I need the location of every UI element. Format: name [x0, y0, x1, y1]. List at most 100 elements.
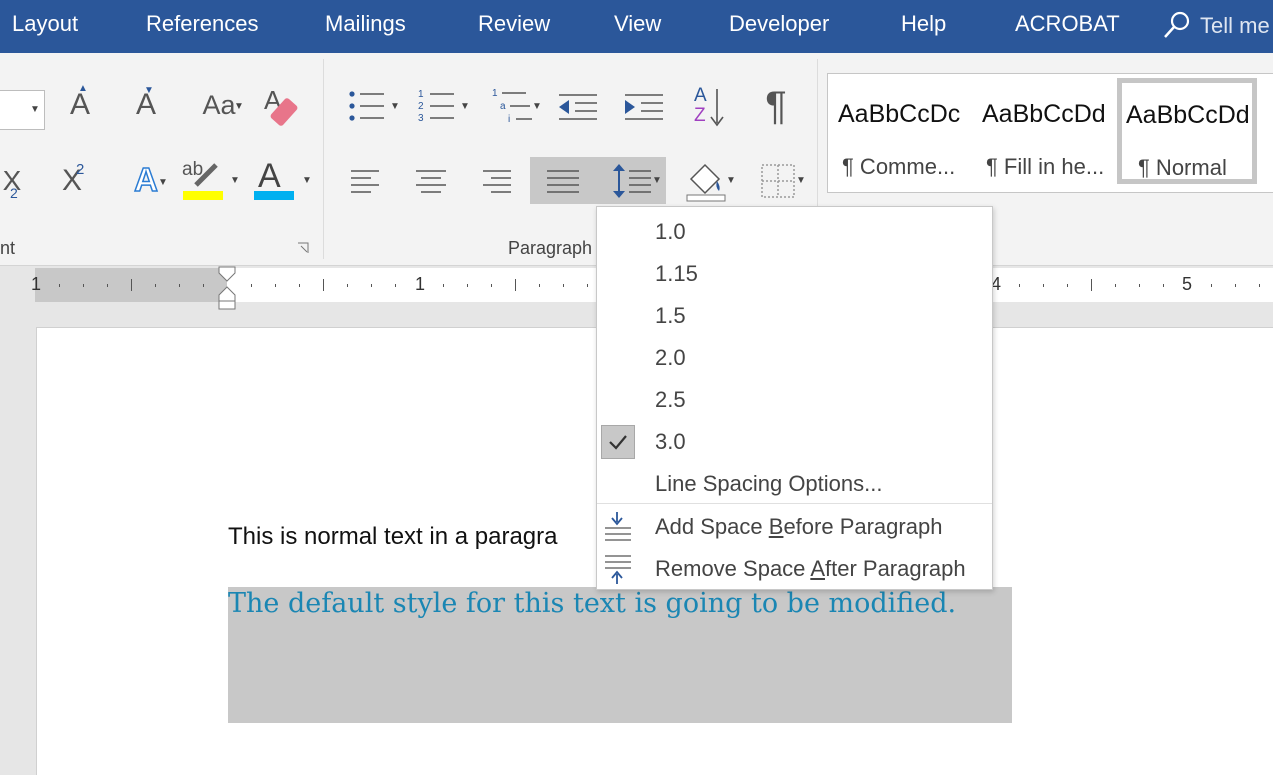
bullets-button[interactable]: ▼ — [340, 85, 402, 127]
grow-font-button[interactable]: A ▲ — [62, 83, 98, 127]
document-margin — [0, 302, 36, 774]
svg-text:2: 2 — [418, 101, 424, 112]
ribbon-tab-bar: Layout References Mailings Review View D… — [0, 0, 1273, 53]
ruler-tick — [443, 284, 444, 287]
chevron-down-icon[interactable]: ▼ — [158, 177, 168, 188]
ruler-tick — [467, 284, 468, 287]
line-spacing-button[interactable]: ▼ — [596, 157, 666, 204]
tab-layout[interactable]: Layout — [12, 11, 78, 37]
ruler-tick — [515, 279, 516, 291]
text-effects-button[interactable]: A ▼ — [118, 159, 174, 201]
search-icon[interactable] — [1162, 10, 1192, 40]
sort-button[interactable]: A Z — [690, 83, 730, 131]
remove-space-after-paragraph[interactable]: Remove Space After Paragraph — [597, 548, 992, 590]
chevron-down-icon[interactable]: ▼ — [230, 175, 240, 186]
ruler-tick — [1091, 279, 1092, 291]
menu-item-label: 1.5 — [655, 303, 686, 328]
tell-me-search[interactable]: Tell me — [1200, 13, 1270, 39]
chevron-down-icon[interactable]: ▼ — [302, 175, 312, 186]
font-size-combo[interactable]: ▼ — [0, 90, 45, 130]
superscript-button[interactable]: X 2 — [52, 161, 92, 201]
numbering-button[interactable]: 1 2 3 ▼ — [410, 85, 472, 127]
borders-icon — [761, 164, 795, 198]
chevron-down-icon[interactable]: ▼ — [390, 101, 400, 112]
chevron-down-icon[interactable]: ▼ — [726, 175, 736, 186]
chevron-down-icon[interactable]: ▼ — [796, 175, 806, 186]
ruler-tick — [203, 284, 204, 287]
add-space-before-paragraph[interactable]: Add Space Before Paragraph — [597, 506, 992, 548]
style-comment[interactable]: AaBbCcDc ¶ Comme... — [830, 78, 970, 184]
align-left-icon — [351, 170, 379, 193]
line-spacing-1-5[interactable]: 1.5 — [597, 295, 992, 337]
text-effects-icon: A — [133, 160, 158, 199]
chevron-down-icon[interactable]: ▼ — [652, 175, 662, 186]
menu-item-label: 2.5 — [655, 387, 686, 412]
indent-marker[interactable] — [217, 265, 237, 311]
line-spacing-2-0[interactable]: 2.0 — [597, 337, 992, 379]
increase-indent-button[interactable] — [622, 87, 666, 127]
ruler-tick — [59, 284, 60, 287]
line-spacing-3-0[interactable]: 3.0 — [597, 421, 992, 463]
svg-text:1: 1 — [492, 88, 498, 99]
menu-separator — [597, 503, 992, 504]
style-fill-in[interactable]: AaBbCcDd ¶ Fill in he... — [974, 78, 1114, 184]
change-case-button[interactable]: Aa ▼ — [190, 85, 248, 125]
menu-item-label: 1.15 — [655, 261, 698, 286]
style-normal[interactable]: AaBbCcDd ¶ Normal — [1117, 78, 1257, 184]
tab-mailings[interactable]: Mailings — [325, 11, 406, 37]
show-hide-marks-button[interactable]: ¶ — [756, 83, 796, 129]
chevron-down-icon[interactable]: ▼ — [30, 104, 40, 115]
font-color-button[interactable]: A ▼ — [252, 157, 314, 205]
ruler-tick — [323, 279, 324, 291]
tab-developer[interactable]: Developer — [729, 11, 829, 37]
align-right-icon — [483, 170, 511, 193]
line-spacing-options[interactable]: Line Spacing Options... — [597, 463, 992, 505]
align-right-button[interactable] — [476, 161, 518, 201]
borders-button[interactable]: ▼ — [746, 157, 810, 205]
shrink-font-button[interactable]: A ▼ — [128, 83, 164, 127]
superscript-mark: 2 — [76, 161, 85, 178]
tab-acrobat[interactable]: ACROBAT — [1015, 11, 1120, 37]
line-spacing-icon — [613, 163, 651, 198]
chevron-down-icon[interactable]: ▼ — [532, 101, 542, 112]
font-color-swatch — [254, 191, 294, 200]
normal-paragraph[interactable]: This is normal text in a paragra — [228, 523, 557, 551]
arrow-down-icon — [710, 89, 724, 127]
tab-view[interactable]: View — [614, 11, 661, 37]
align-left-button[interactable] — [344, 161, 386, 201]
ruler-tick — [1163, 284, 1164, 287]
font-group-label: nt — [0, 238, 16, 258]
ruler-tick — [1067, 284, 1068, 287]
justify-icon — [547, 169, 579, 193]
clear-formatting-button[interactable]: A — [262, 83, 306, 129]
ruler-tick — [1211, 284, 1212, 287]
subscript-button[interactable]: X 2 — [0, 163, 24, 201]
ruler-tick — [1019, 284, 1020, 287]
chevron-down-icon[interactable]: ▼ — [460, 101, 470, 112]
chevron-down-icon[interactable]: ▼ — [234, 101, 244, 112]
line-spacing-2-5[interactable]: 2.5 — [597, 379, 992, 421]
multilevel-list-button[interactable]: 1 a i ▼ — [484, 85, 546, 127]
tab-review[interactable]: Review — [478, 11, 550, 37]
decrease-indent-icon — [559, 94, 597, 120]
menu-item-label: Remove Space After Paragraph — [655, 556, 966, 581]
line-spacing-1-0[interactable]: 1.0 — [597, 211, 992, 253]
menu-item-label: 1.0 — [655, 219, 686, 244]
svg-text:i: i — [508, 114, 510, 125]
sort-z-icon: Z — [694, 105, 706, 126]
tab-references[interactable]: References — [146, 11, 259, 37]
justify-button[interactable] — [530, 157, 596, 204]
align-center-button[interactable] — [410, 161, 452, 201]
highlight-button[interactable]: ab ▼ — [180, 157, 242, 205]
ruler-tick — [275, 284, 276, 287]
ruler-tick — [1235, 284, 1236, 287]
space-after-icon — [605, 555, 631, 584]
ruler-tick — [131, 279, 132, 291]
decrease-indent-button[interactable] — [556, 87, 600, 127]
dialog-launcher-icon[interactable] — [297, 242, 309, 254]
shading-button[interactable]: ▼ — [674, 157, 738, 205]
sort-a-icon: A — [694, 85, 707, 106]
line-spacing-1-15[interactable]: 1.15 — [597, 253, 992, 295]
styled-paragraph[interactable]: The default style for this text is going… — [228, 588, 956, 619]
tab-help[interactable]: Help — [901, 11, 946, 37]
